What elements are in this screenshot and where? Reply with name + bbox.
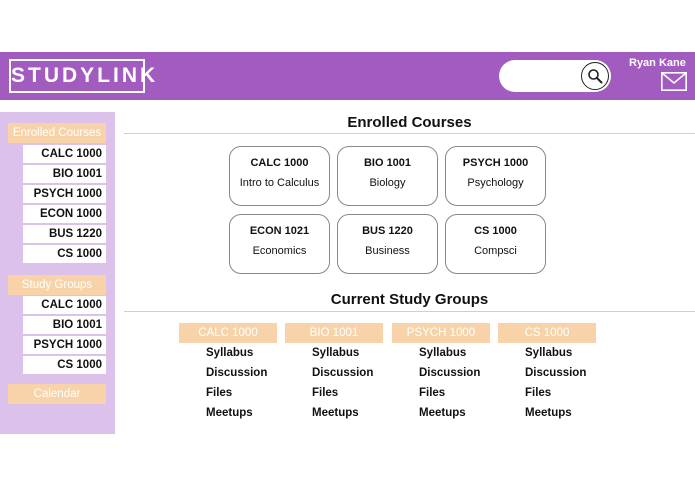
group-link-meetups[interactable]: Meetups — [525, 407, 572, 419]
sidebar-calendar[interactable]: Calendar — [8, 384, 106, 404]
group-link-meetups[interactable]: Meetups — [312, 407, 359, 419]
sidebar-group-psych-1000[interactable]: PSYCH 1000 — [23, 336, 106, 354]
course-card-calc[interactable]: CALC 1000 Intro to Calculus — [229, 146, 330, 206]
group-header-bio[interactable]: BIO 1001 — [285, 323, 383, 343]
group-link-discussion[interactable]: Discussion — [312, 367, 373, 379]
divider — [124, 133, 695, 134]
sidebar-item-bio-1001[interactable]: BIO 1001 — [23, 165, 106, 183]
course-code: ECON 1021 — [249, 225, 310, 237]
group-header-calc[interactable]: CALC 1000 — [179, 323, 277, 343]
group-link-meetups[interactable]: Meetups — [419, 407, 466, 419]
course-card-bus[interactable]: BUS 1220 Business — [337, 214, 438, 274]
search-button[interactable] — [581, 62, 609, 90]
group-header-psych[interactable]: PSYCH 1000 — [392, 323, 490, 343]
group-link-files[interactable]: Files — [525, 387, 551, 399]
course-code: BUS 1220 — [362, 225, 413, 237]
course-card-bio[interactable]: BIO 1001 Biology — [337, 146, 438, 206]
course-name: Economics — [252, 245, 307, 257]
group-link-discussion[interactable]: Discussion — [206, 367, 267, 379]
top-header: STUDYLINK Ryan Kane — [0, 52, 695, 100]
group-link-files[interactable]: Files — [419, 387, 445, 399]
sidebar-item-bus-1220[interactable]: BUS 1220 — [23, 225, 106, 243]
course-name: Compsci — [474, 245, 517, 257]
course-name: Psychology — [467, 177, 524, 189]
sidebar-groups-heading[interactable]: Study Groups — [8, 275, 106, 295]
course-name: Biology — [369, 177, 406, 189]
sidebar-group-bio-1001[interactable]: BIO 1001 — [23, 316, 106, 334]
sidebar-item-psych-1000[interactable]: PSYCH 1000 — [23, 185, 106, 203]
sidebar-group-calc-1000[interactable]: CALC 1000 — [23, 296, 106, 314]
group-link-discussion[interactable]: Discussion — [525, 367, 586, 379]
search-icon — [588, 69, 603, 84]
group-link-syllabus[interactable]: Syllabus — [419, 347, 466, 359]
course-card-cs[interactable]: CS 1000 Compsci — [445, 214, 546, 274]
user-name[interactable]: Ryan Kane — [629, 57, 686, 69]
search-box[interactable] — [499, 60, 611, 92]
course-name: Intro to Calculus — [239, 177, 320, 189]
enrolled-courses-title: Enrolled Courses — [347, 114, 472, 131]
course-code: CALC 1000 — [250, 157, 309, 169]
app-logo[interactable]: STUDYLINK — [9, 59, 155, 93]
course-name: Business — [365, 245, 410, 257]
sidebar-item-calc-1000[interactable]: CALC 1000 — [23, 145, 106, 163]
course-card-psych[interactable]: PSYCH 1000 Psychology — [445, 146, 546, 206]
sidebar-enrolled-heading[interactable]: Enrolled Courses — [8, 123, 106, 143]
group-link-syllabus[interactable]: Syllabus — [312, 347, 359, 359]
course-card-econ[interactable]: ECON 1021 Economics — [229, 214, 330, 274]
divider — [124, 311, 695, 312]
mail-icon[interactable] — [661, 72, 687, 91]
course-code: CS 1000 — [474, 225, 517, 237]
sidebar-item-econ-1000[interactable]: ECON 1000 — [23, 205, 106, 223]
sidebar-group-cs-1000[interactable]: CS 1000 — [23, 356, 106, 374]
group-link-meetups[interactable]: Meetups — [206, 407, 253, 419]
course-code: BIO 1001 — [363, 157, 412, 169]
group-header-cs[interactable]: CS 1000 — [498, 323, 596, 343]
sidebar-item-cs-1000[interactable]: CS 1000 — [23, 245, 106, 263]
group-link-files[interactable]: Files — [312, 387, 338, 399]
sidebar: Enrolled Courses CALC 1000 BIO 1001 PSYC… — [0, 112, 115, 434]
group-link-syllabus[interactable]: Syllabus — [525, 347, 572, 359]
course-code: PSYCH 1000 — [462, 157, 529, 169]
group-link-files[interactable]: Files — [206, 387, 232, 399]
group-link-discussion[interactable]: Discussion — [419, 367, 480, 379]
study-groups-title: Current Study Groups — [330, 291, 489, 308]
group-link-syllabus[interactable]: Syllabus — [206, 347, 253, 359]
